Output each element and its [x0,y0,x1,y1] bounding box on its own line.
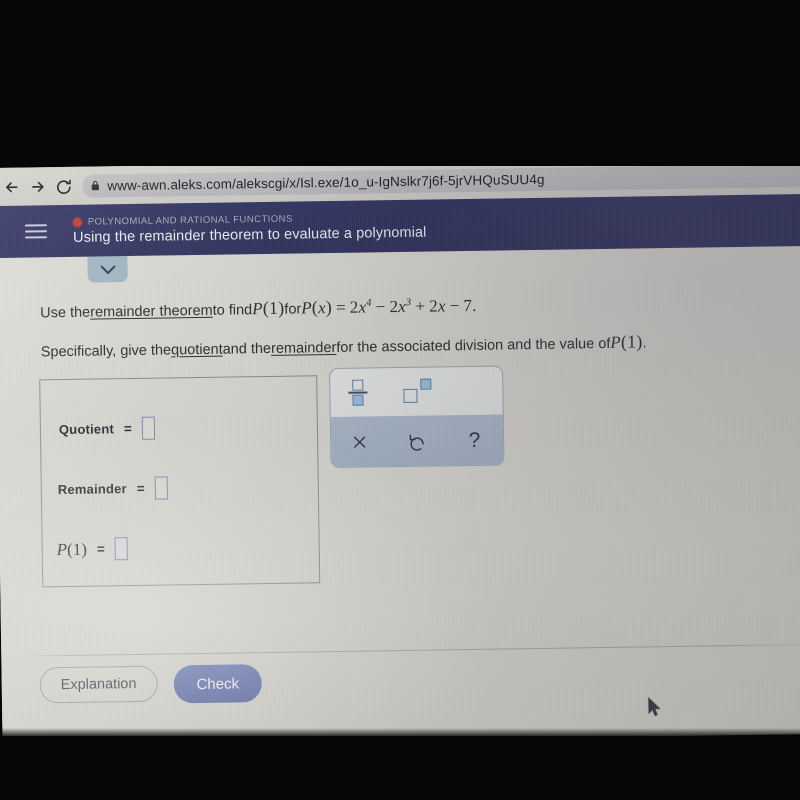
footer-divider [1,643,800,657]
quotient-input[interactable] [141,416,156,440]
help-button[interactable]: ? [446,428,504,452]
fraction-template-button[interactable] [348,379,368,407]
address-bar[interactable]: www-awn.aleks.com/alekscgi/x/Isl.exe/1o_… [82,163,800,198]
math-p-of-1-inline-2: P(1) [610,331,643,352]
photo-top-border [0,0,800,166]
quotient-label: Quotient [58,421,115,438]
back-icon[interactable] [0,174,25,200]
footer-actions: Explanation Check [1,656,800,738]
header-text-group: POLYNOMIAL AND RATIONAL FUNCTIONS Using … [72,211,427,246]
remainder-theorem-link[interactable]: remainder theorem [90,303,213,321]
topic-status-dot-icon [72,217,82,227]
quotient-link[interactable]: quotient [171,342,223,359]
line2-middle: and the [222,340,272,358]
line2-period: . [642,335,647,352]
p-of-1-label: P(1) [56,539,88,559]
p-of-1-input[interactable] [114,537,128,561]
undo-icon [410,434,425,451]
line2-suffix: for the associated division and the valu… [336,335,611,356]
exponent-icon [403,378,433,405]
math-input-palette: ? [329,365,505,469]
hamburger-menu-icon[interactable] [24,224,69,239]
undo-button[interactable] [388,431,446,451]
question-mark-icon: ? [468,428,481,452]
fraction-icon [348,379,368,407]
remainder-label: Remainder [57,481,127,498]
exponent-template-button[interactable] [403,378,433,405]
reload-icon[interactable] [50,173,76,199]
line1-prefix: Use the [40,304,91,322]
remainder-equals-sign: = [136,480,145,496]
line1-middle: to find [212,302,253,319]
statement-line-2: Specifically, give the quotient and the … [41,330,761,362]
p-of-1-equals-sign: = [96,541,105,557]
photo-bottom-border [0,728,800,800]
remainder-link[interactable]: remainder [271,340,337,357]
clear-button[interactable] [331,433,389,451]
line1-middle2: for [284,301,302,318]
line2-prefix: Specifically, give the [40,342,172,361]
p-of-1-row: P(1) = [57,537,128,561]
statement-line-1: Use the remainder theorem to find P(1) f… [40,291,760,323]
photograph-of-laptop-screen: www-awn.aleks.com/alekscgi/x/Isl.exe/1o_… [0,0,800,800]
quotient-equals-sign: = [123,421,132,437]
close-x-icon [354,435,366,448]
palette-templates-row [330,367,503,418]
palette-actions-row: ? [330,414,504,468]
page-title: Using the remainder theorem to evaluate … [72,224,427,246]
explanation-button[interactable]: Explanation [39,665,158,704]
math-p-of-1-inline: P(1) [252,297,285,319]
answer-box: Quotient = Remainder = P(1) = [39,375,321,588]
forward-icon[interactable] [24,173,50,199]
check-button[interactable]: Check [173,664,263,704]
problem-statement: Use the remainder theorem to find P(1) f… [40,291,761,362]
laptop-screen: www-awn.aleks.com/alekscgi/x/Isl.exe/1o_… [0,155,800,746]
math-polynomial-definition: P(x) = 2x4−2x3 +2x −7. [301,295,477,318]
content-area: Use the remainder theorem to find P(1) f… [0,245,800,746]
chevron-down-icon [100,265,115,274]
lock-icon [91,180,99,191]
remainder-row: Remainder = [58,476,168,501]
quotient-row: Quotient = [58,416,156,441]
topic-label: POLYNOMIAL AND RATIONAL FUNCTIONS [87,213,293,228]
remainder-input[interactable] [154,476,168,500]
url-text: www-awn.aleks.com/alekscgi/x/Isl.exe/1o_… [107,171,545,193]
collapse-panel-button[interactable] [87,256,128,283]
